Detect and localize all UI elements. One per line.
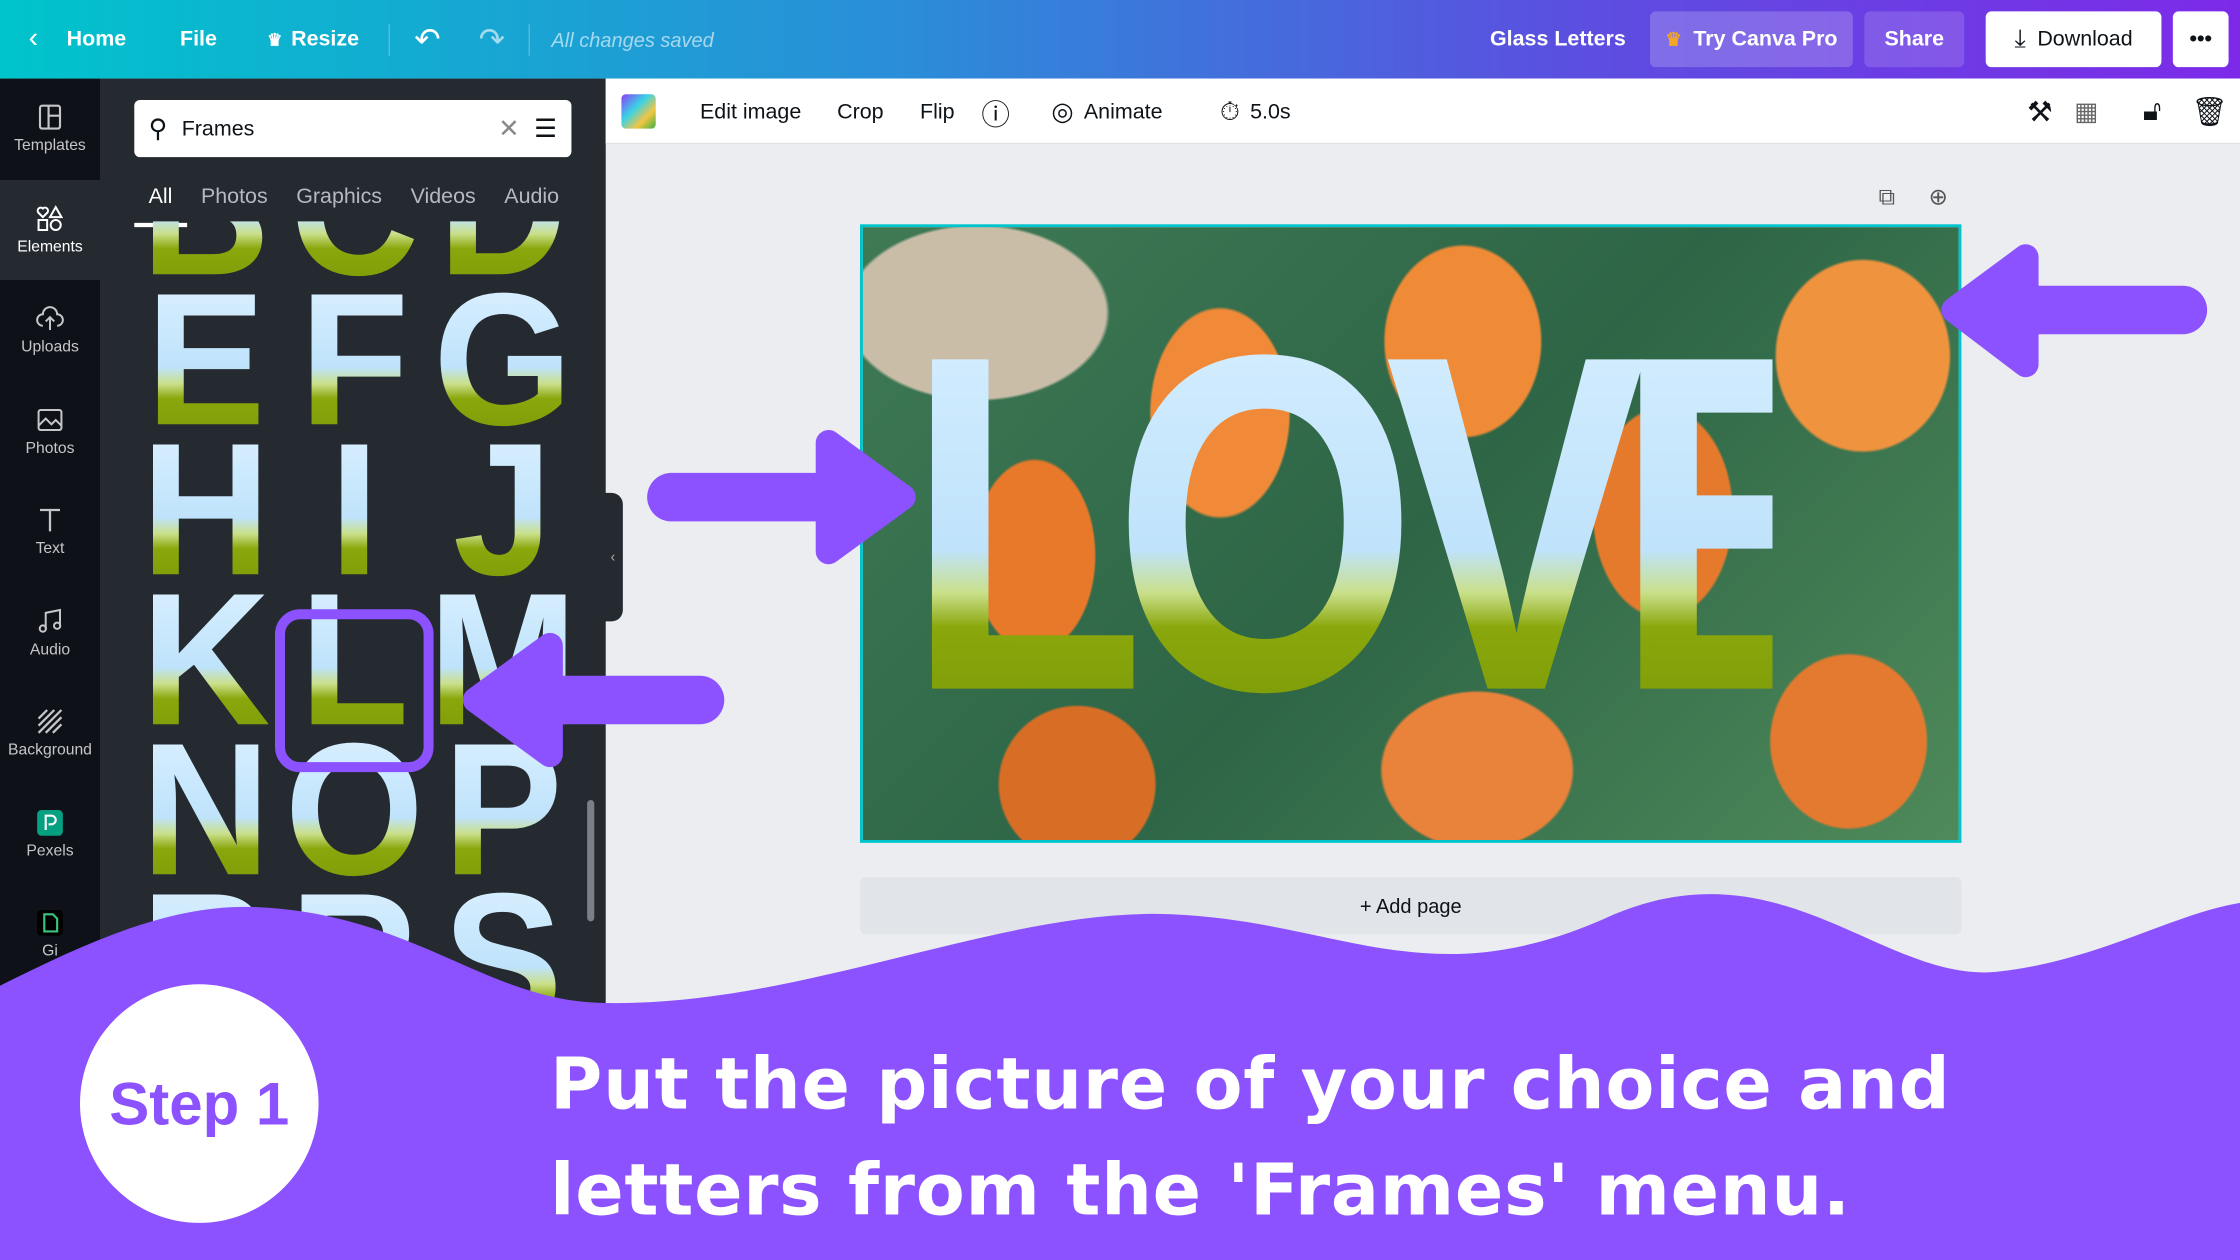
photos-icon — [37, 408, 63, 431]
home-button[interactable]: ‹ Home — [29, 0, 127, 79]
transparency-icon[interactable]: ▦ — [2074, 79, 2098, 145]
rail-text[interactable]: Text — [0, 481, 100, 582]
divider — [528, 24, 530, 56]
filter-icon[interactable]: ☰ — [534, 114, 557, 144]
letter-frames-grid: BCDEFGHIJKLMNOPRRS — [134, 221, 571, 1021]
rail-elements[interactable]: Elements — [0, 179, 100, 280]
trash-icon[interactable]: 🗑︎ — [2191, 79, 2227, 145]
letter-frame-r[interactable]: R — [286, 865, 422, 1021]
rail-background[interactable]: Background — [0, 683, 100, 784]
upload-icon — [36, 306, 64, 331]
download-icon: ⤓ — [2014, 24, 2026, 53]
download-button[interactable]: ⤓ Download — [1985, 11, 2162, 68]
add-page-icon[interactable]: ⊕ — [1929, 183, 1948, 212]
crown-icon: ♛ — [267, 29, 283, 50]
audio-icon — [38, 608, 62, 633]
panel-scrollbar[interactable] — [587, 799, 595, 922]
crop-button[interactable]: Crop — [837, 79, 883, 145]
color-swatch[interactable] — [621, 79, 656, 145]
tab-all[interactable]: All — [134, 179, 187, 228]
app-icon — [37, 910, 63, 937]
document-title[interactable]: Glass Letters — [1490, 0, 1626, 79]
paint-roller-icon[interactable]: ⚒ — [2027, 79, 2053, 145]
panel-tabs: All Photos Graphics Videos Audio — [134, 179, 573, 228]
tab-photos[interactable]: Photos — [187, 179, 282, 228]
step-badge: Step 1 — [79, 984, 319, 1223]
design-canvas[interactable]: LOVE — [859, 224, 1962, 843]
tab-audio[interactable]: Audio — [490, 179, 573, 228]
pexels-icon — [37, 809, 63, 836]
arrow-left-head — [1941, 244, 2039, 378]
collapse-panel-button[interactable]: ‹ — [602, 492, 623, 622]
lock-icon[interactable]: 🔓︎ — [2143, 79, 2162, 145]
letter-frame-s[interactable]: S — [435, 865, 571, 1021]
timer-icon: ⏱ — [1219, 96, 1241, 125]
more-options-button[interactable]: ••• — [2172, 11, 2229, 68]
templates-icon — [38, 104, 62, 130]
add-page-button[interactable]: + Add page — [859, 877, 1962, 935]
edit-image-button[interactable]: Edit image — [700, 79, 801, 145]
search-input[interactable]: ⚲ Frames ✕ ☰ — [134, 99, 572, 158]
animate-button[interactable]: ◎ Animate — [1051, 79, 1162, 145]
try-canva-pro-button[interactable]: ♛ Try Canva Pro — [1649, 11, 1853, 68]
flip-button[interactable]: Flip — [920, 79, 955, 145]
resize-button[interactable]: ♛ Resize — [267, 0, 359, 79]
rail-app[interactable]: Gi — [0, 884, 100, 985]
rail-uploads[interactable]: Uploads — [0, 280, 100, 381]
love-letter-frames[interactable]: LOVE — [906, 284, 1876, 763]
info-icon[interactable]: ⓘ — [981, 79, 1010, 145]
search-icon: ⚲ — [148, 113, 168, 143]
undo-icon[interactable]: ↶ — [414, 0, 440, 79]
background-icon — [37, 709, 63, 735]
animate-icon: ◎ — [1051, 96, 1074, 125]
save-status: All changes saved — [551, 27, 714, 51]
canva-editor: ‹ Home File ♛ Resize ↶ ↷ All changes saved… — [0, 0, 2240, 1260]
redo-icon[interactable]: ↷ — [479, 0, 505, 79]
elements-icon — [36, 204, 64, 231]
chevron-left-icon: ‹ — [28, 22, 39, 55]
rail-pexels[interactable]: Pexels — [0, 784, 100, 885]
tutorial-caption: Put the picture of your choice and lette… — [549, 1042, 1951, 1232]
duplicate-page-icon[interactable]: ⧉ — [1879, 186, 1895, 212]
text-icon — [39, 509, 60, 532]
tab-videos[interactable]: Videos — [396, 179, 490, 228]
clear-icon[interactable]: ✕ — [498, 114, 520, 144]
file-menu[interactable]: File — [180, 0, 217, 79]
rail-templates[interactable]: Templates — [0, 79, 100, 180]
divider — [388, 24, 390, 56]
top-bar: ‹ Home File ♛ Resize ↶ ↷ All changes saved… — [0, 0, 2240, 79]
tab-graphics[interactable]: Graphics — [282, 179, 396, 228]
crown-icon: ♛ — [1665, 27, 1682, 50]
editor-toolbar: Edit image Crop Flip ⓘ ◎ Animate ⏱ 5.0s ⚒ … — [605, 78, 2240, 145]
rail-audio[interactable]: Audio — [0, 582, 100, 683]
duration-button[interactable]: ⏱ 5.0s — [1220, 79, 1291, 145]
rail-photos[interactable]: Photos — [0, 381, 100, 482]
share-button[interactable]: Share — [1864, 11, 1965, 68]
